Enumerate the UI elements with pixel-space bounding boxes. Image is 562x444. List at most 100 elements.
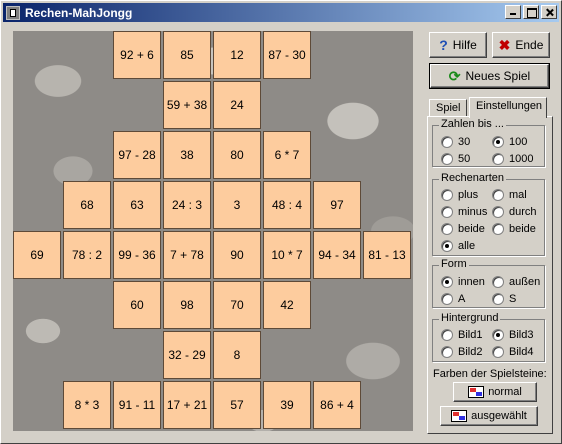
radio-label: innen <box>458 276 485 288</box>
mahjongg-tile[interactable]: 32 - 29 <box>163 331 211 379</box>
mahjongg-tile[interactable]: 90 <box>213 231 261 279</box>
mahjongg-tile[interactable]: 97 <box>313 181 361 229</box>
palette-icon <box>451 410 468 422</box>
mahjongg-tile[interactable]: 99 - 36 <box>113 231 161 279</box>
radio-button <box>492 189 504 201</box>
new-game-button-label: Neues Spiel <box>465 69 531 83</box>
radio-button <box>441 329 453 341</box>
radio-numbers-100[interactable]: 100 <box>492 136 527 148</box>
radio-label: beide <box>458 223 485 235</box>
mahjongg-tile[interactable]: 69 <box>13 231 61 279</box>
radio-button <box>492 293 504 305</box>
radio-button <box>492 136 504 148</box>
radio-op-beide-1[interactable]: beide <box>441 223 485 235</box>
radio-label: S <box>509 293 517 305</box>
radio-button <box>441 189 453 201</box>
radio-label: 30 <box>458 136 471 148</box>
title-bar[interactable]: Rechen-MahJongg <box>3 3 559 22</box>
radio-button <box>441 223 453 235</box>
mahjongg-tile[interactable]: 60 <box>113 281 161 329</box>
mahjongg-tile[interactable]: 97 - 28 <box>113 131 161 179</box>
mahjongg-tile[interactable]: 7 + 78 <box>163 231 211 279</box>
radio-button <box>492 206 504 218</box>
mahjongg-tile[interactable]: 8 * 3 <box>63 381 111 429</box>
mahjongg-tile[interactable]: 80 <box>213 131 261 179</box>
mahjongg-tile[interactable]: 3 <box>213 181 261 229</box>
radio-shape-innen[interactable]: innen <box>441 276 485 288</box>
help-button[interactable]: ? Hilfe <box>429 32 487 58</box>
end-button[interactable]: ✖ Ende <box>492 32 550 58</box>
background-group-label: Hintergrund <box>439 312 501 324</box>
radio-bg-bild4[interactable]: Bild4 <box>492 346 533 358</box>
mahjongg-tile[interactable]: 78 : 2 <box>63 231 111 279</box>
selected-color-button[interactable]: ausgewählt <box>440 406 538 426</box>
radio-button <box>492 346 504 358</box>
radio-numbers-30[interactable]: 30 <box>441 136 470 148</box>
normal-color-label: normal <box>488 386 522 398</box>
radio-op-beide-2[interactable]: beide <box>492 223 536 235</box>
radio-bg-bild1[interactable]: Bild1 <box>441 329 482 341</box>
window-title: Rechen-MahJongg <box>25 5 133 20</box>
mahjongg-tile[interactable]: 85 <box>163 31 211 79</box>
mahjongg-tile[interactable]: 70 <box>213 281 261 329</box>
mahjongg-tile[interactable]: 24 : 3 <box>163 181 211 229</box>
mahjongg-tile[interactable]: 87 - 30 <box>263 31 311 79</box>
minimize-button[interactable] <box>505 5 521 19</box>
mahjongg-tile[interactable]: 10 * 7 <box>263 231 311 279</box>
radio-label: alle <box>458 240 476 252</box>
radio-numbers-1000[interactable]: 1000 <box>492 153 533 165</box>
radio-numbers-50[interactable]: 50 <box>441 153 470 165</box>
radio-op-alle[interactable]: alle <box>441 240 475 252</box>
close-x-icon: ✖ <box>498 36 511 53</box>
radio-label: durch <box>509 206 537 218</box>
app-icon[interactable] <box>6 5 20 20</box>
mahjongg-tile[interactable]: 68 <box>63 181 111 229</box>
radio-button <box>441 153 453 165</box>
radio-bg-bild3[interactable]: Bild3 <box>492 329 533 341</box>
mahjongg-tile[interactable]: 63 <box>113 181 161 229</box>
mahjongg-tile[interactable]: 92 + 6 <box>113 31 161 79</box>
radio-label: beide <box>509 223 536 235</box>
radio-op-mal[interactable]: mal <box>492 189 527 201</box>
mahjongg-tile[interactable]: 17 + 21 <box>163 381 211 429</box>
mahjongg-tile[interactable]: 12 <box>213 31 261 79</box>
normal-color-button[interactable]: normal <box>453 382 537 402</box>
radio-button <box>441 293 453 305</box>
mahjongg-tile[interactable]: 39 <box>263 381 311 429</box>
mahjongg-tile[interactable]: 6 * 7 <box>263 131 311 179</box>
radio-bg-bild2[interactable]: Bild2 <box>441 346 482 358</box>
close-button[interactable] <box>541 5 557 19</box>
tab-einstellungen[interactable]: Einstellungen <box>469 97 547 118</box>
radio-button <box>441 136 453 148</box>
mahjongg-tile[interactable]: 81 - 13 <box>363 231 411 279</box>
question-mark-icon: ? <box>439 37 448 53</box>
radio-label: Bild2 <box>458 346 483 358</box>
mahjongg-tile[interactable]: 59 + 38 <box>163 81 211 129</box>
radio-shape-a[interactable]: A <box>441 293 465 305</box>
maximize-button[interactable] <box>523 5 539 19</box>
radio-op-minus[interactable]: minus <box>441 206 487 218</box>
mahjongg-tile[interactable]: 94 - 34 <box>313 231 361 279</box>
radio-shape-s[interactable]: S <box>492 293 516 305</box>
radio-op-plus[interactable]: plus <box>441 189 478 201</box>
mahjongg-tile[interactable]: 42 <box>263 281 311 329</box>
radio-label: plus <box>458 189 479 201</box>
radio-button <box>441 276 453 288</box>
mahjongg-tile[interactable]: 24 <box>213 81 261 129</box>
tab-spiel[interactable]: Spiel <box>429 99 467 117</box>
end-button-label: Ende <box>515 38 544 52</box>
radio-shape-aussen[interactable]: außen <box>492 276 540 288</box>
mahjongg-tile[interactable]: 57 <box>213 381 261 429</box>
mahjongg-tile[interactable]: 48 : 4 <box>263 181 311 229</box>
new-game-button[interactable]: ⟳ Neues Spiel <box>429 63 550 89</box>
help-button-label: Hilfe <box>452 38 477 52</box>
radio-label: Bild3 <box>509 329 534 341</box>
radio-label: 100 <box>509 136 528 148</box>
mahjongg-tile[interactable]: 38 <box>163 131 211 179</box>
mahjongg-tile[interactable]: 86 + 4 <box>313 381 361 429</box>
mahjongg-tile[interactable]: 8 <box>213 331 261 379</box>
radio-op-durch[interactable]: durch <box>492 206 537 218</box>
radio-label: 50 <box>458 153 471 165</box>
mahjongg-tile[interactable]: 91 - 11 <box>113 381 161 429</box>
mahjongg-tile[interactable]: 98 <box>163 281 211 329</box>
